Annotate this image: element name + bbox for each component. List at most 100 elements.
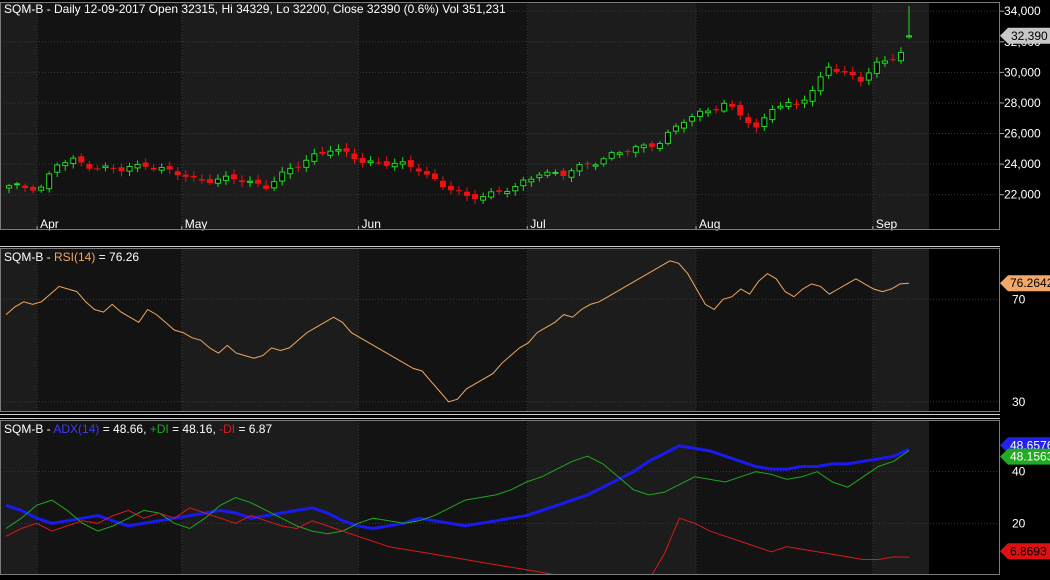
candle-body-up (271, 181, 278, 189)
price-panel-title: SQM-B - Daily 12-09-2017 Open 32315, Hi … (4, 2, 506, 16)
candle-body-down (889, 59, 896, 61)
candle-body-up (592, 164, 599, 167)
candle-body-up (576, 164, 583, 172)
candle-body-up (608, 152, 615, 159)
candle-body-up (38, 186, 45, 191)
candle-body-down (624, 151, 631, 153)
candle-body-up (801, 99, 808, 104)
month-band (872, 248, 930, 412)
candle-body-down (447, 185, 454, 191)
candle-body-up (656, 143, 663, 149)
month-band (37, 2, 182, 230)
price-y-tick-label: 34,000 (1004, 4, 1041, 18)
rsi-value-label: 76.2642 (1010, 276, 1050, 290)
candle-body-up (327, 150, 334, 156)
candle-body-up (504, 191, 511, 195)
candle-body-up (672, 125, 679, 132)
candle-body-down (255, 179, 262, 184)
candle-body-up (214, 178, 221, 184)
candle-body-up (865, 72, 872, 81)
price-x-tick-label: Jun (362, 217, 381, 231)
candle-body-up (488, 191, 495, 198)
candle-body-up (817, 76, 824, 92)
candle-body-down (351, 153, 358, 160)
adx-title-name: ADX(14) (53, 422, 99, 436)
candle-body-down (737, 105, 744, 116)
candle-body-down (319, 152, 326, 154)
month-band (358, 2, 528, 230)
rsi-panel: 70 30 76.2642 SQM-B - RSI(14) = 76.26 (0, 248, 1050, 412)
candle-body-up (761, 117, 768, 127)
candle-body-down (472, 194, 479, 200)
price-x-tick-label: Apr (40, 217, 59, 231)
candle-body-down (110, 167, 117, 169)
candle-body-up (480, 196, 487, 201)
month-band (872, 420, 930, 575)
candle-body-up (544, 171, 551, 176)
candle-body-down (30, 186, 37, 191)
candle-body-down (833, 68, 840, 72)
candle-body-up (681, 121, 687, 129)
month-band (527, 420, 697, 575)
adx-title-prefix: SQM-B - (4, 422, 53, 436)
candle-body-up (809, 89, 816, 102)
candle-body-up (689, 116, 696, 122)
candle-body-up (536, 174, 543, 179)
candle-body-up (640, 144, 647, 149)
candle-body-up (552, 171, 559, 174)
candle-body-down (343, 148, 350, 152)
month-band (181, 2, 359, 230)
candle-body-down (78, 156, 85, 163)
candle-body-up (520, 179, 527, 187)
price-x-tick-label: Sep (876, 217, 898, 231)
candle-body-up (54, 164, 61, 173)
candle-body-down (439, 180, 446, 188)
candle-body-down (190, 175, 197, 178)
candle-body-up (70, 157, 77, 165)
candle-body-up (528, 178, 535, 183)
mdi-title-name: -DI (219, 422, 235, 436)
pdi-title-value: = 48.16, (169, 422, 219, 436)
candle-body-down (745, 117, 752, 123)
candle-body-down (849, 71, 856, 76)
month-band (696, 2, 873, 230)
candle-body-up (14, 183, 21, 186)
price-x-tick-label: Aug (699, 217, 720, 231)
price-x-tick-label: Jul (530, 217, 545, 231)
month-band (37, 420, 182, 575)
candle-body-up (616, 152, 623, 155)
candle-body-down (174, 171, 181, 176)
candle-body-down (841, 71, 848, 73)
candle-body-up (399, 161, 406, 165)
rsi-panel-title: SQM-B - RSI(14) = 76.26 (4, 250, 139, 264)
month-band (527, 2, 697, 230)
candle-body-down (584, 163, 591, 165)
candle-body-down (729, 103, 736, 107)
chart-canvas[interactable]: 34,00032,00030,00028,00026,00024,00022,0… (0, 0, 1050, 580)
month-band (0, 2, 38, 230)
candle-body-down (560, 170, 567, 176)
adx-title-value: = 48.66, (99, 422, 149, 436)
candle-body-down (86, 164, 93, 169)
candle-body-down (231, 174, 237, 180)
last-price-label: 32,390 (1011, 29, 1048, 43)
candle-body-up (906, 35, 912, 38)
adx-y-tick-label: 20 (1012, 516, 1026, 530)
month-band (181, 248, 359, 412)
candle-body-down (793, 103, 800, 105)
candle-body-down (713, 109, 720, 111)
candle-body-down (415, 168, 422, 172)
candle-body-up (769, 108, 776, 121)
month-band (37, 248, 182, 412)
candle-body-down (407, 160, 414, 167)
price-x-tick-label: May (185, 217, 208, 231)
adx-panel-title: SQM-B - ADX(14) = 48.66, +DI = 48.16, -D… (4, 422, 272, 436)
candle-body-up (222, 175, 229, 181)
month-band (696, 420, 873, 575)
candle-body-down (431, 173, 438, 180)
candle-body-down (496, 190, 503, 192)
month-band (0, 248, 38, 412)
candle-body-up (303, 159, 310, 168)
candle-body-down (166, 165, 173, 170)
candle-body-up (697, 110, 704, 117)
